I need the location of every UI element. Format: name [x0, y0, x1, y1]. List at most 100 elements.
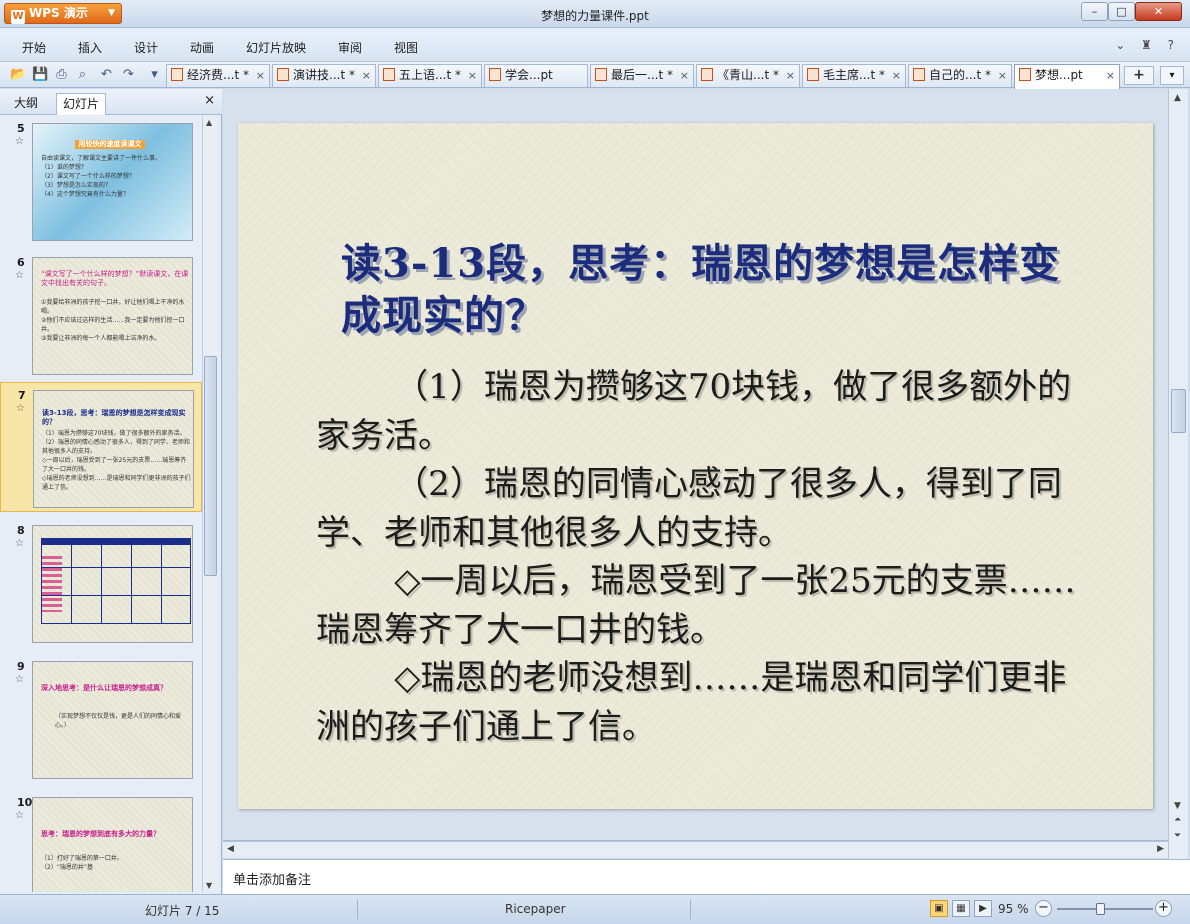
menu-right-controls[interactable]: ⌄ ♜ ?: [1115, 38, 1180, 52]
slide-thumbnail[interactable]: “课文写了一个什么样的梦想？”默读课文，在课文中找出有关的句子。 ①我要给非洲的…: [32, 257, 193, 375]
thumbnail-body: （1）打好了瑞恩的第一口井。 （2）“瑞恩的井”基: [41, 855, 123, 871]
tab-close-icon[interactable]: ×: [786, 65, 795, 86]
doc-tab[interactable]: 自己的...t * ×: [908, 64, 1012, 87]
zoom-slider[interactable]: [1057, 903, 1153, 915]
thumbnail-row-selected[interactable]: 7 ☆ 读3-13段，思考：瑞恩的梦想是怎样变成现实的？ （1）瑞恩为攒够这70…: [0, 382, 202, 512]
tab-outline[interactable]: 大纲: [8, 93, 44, 115]
thumbnail-table: [41, 538, 191, 624]
menu-home[interactable]: 开始: [22, 39, 46, 56]
ppt-file-icon: [701, 68, 713, 81]
menu-animation[interactable]: 动画: [190, 39, 214, 56]
slide-thumbnail[interactable]: 深入地思考：是什么让瑞恩的梦想成真？ （实现梦想不仅仅是钱，更是人们的同情心和爱…: [32, 661, 193, 779]
scroll-up-icon[interactable]: ▲: [206, 118, 212, 127]
maximize-button[interactable]: □: [1108, 2, 1135, 21]
print-icon[interactable]: ⎙: [53, 66, 70, 83]
doc-tab[interactable]: 五上语...t * ×: [378, 64, 482, 87]
thumbnail-body: 自由读课文，了解课文主要讲了一件什么事。 （1）谁的梦想？ （2）课文写了一个什…: [41, 155, 162, 198]
prev-slide-icon[interactable]: ⏶: [1174, 815, 1181, 825]
slide-body[interactable]: （1）瑞恩为攒够这70块钱，做了很多额外的家务活。 （2）瑞恩的同情心感动了很多…: [316, 363, 1076, 751]
thumbnail-row[interactable]: 8 ☆: [0, 518, 202, 648]
thumbnail-row[interactable]: 10 ☆ 思考：瑞恩的梦想到底有多大的力量？ （1）打好了瑞恩的第一口井。 （2…: [0, 790, 202, 892]
scroll-down-icon[interactable]: ▼: [206, 881, 212, 890]
menu-insert[interactable]: 插入: [78, 39, 102, 56]
panel-close-button[interactable]: ×: [204, 93, 215, 108]
thumbnail-body: （1）瑞恩为攒够这70块钱，做了很多额外的家务活。 （2）瑞恩的同情心感动了很多…: [42, 430, 191, 491]
doc-tab[interactable]: 《青山...t * ×: [696, 64, 800, 87]
tab-slides[interactable]: 幻灯片: [56, 93, 107, 115]
tab-close-icon[interactable]: ×: [998, 65, 1007, 86]
undo-icon[interactable]: ↶: [98, 66, 115, 83]
new-tab-button[interactable]: +: [1124, 66, 1154, 85]
thumbnail-title: 深入地思考：是什么让瑞恩的梦想成真？: [41, 684, 167, 692]
thumbnail-title: 思考：瑞恩的梦想到底有多大的力量？: [41, 830, 160, 838]
doc-tab[interactable]: 学会...pt: [484, 64, 588, 87]
menu-slideshow[interactable]: 幻灯片放映: [246, 39, 306, 56]
document-toolbar: 📂 💾 ⎙ ⌕ ↶ ↷ ▾ 经济费...t * × 演讲技...t * × 五上语.…: [0, 62, 1190, 89]
slide-title[interactable]: 读3-13段，思考：瑞恩的梦想是怎样变成现实的？: [341, 238, 1101, 342]
thumbnail-row[interactable]: 6 ☆ “课文写了一个什么样的梦想？”默读课文，在课文中找出有关的句子。 ①我要…: [0, 250, 202, 380]
slide-paragraph: ◇瑞恩的老师没想到……是瑞恩和同学们更非洲的孩子们通上了信。: [316, 658, 1067, 747]
doc-tab[interactable]: 经济费...t * ×: [166, 64, 270, 87]
thumbnail-scrollbar[interactable]: ▲ ▼: [202, 116, 218, 892]
vertical-scrollbar[interactable]: ▲ ▼ ⏶ ⏷: [1168, 89, 1188, 859]
tab-close-icon[interactable]: ×: [680, 65, 689, 86]
tab-close-icon[interactable]: ×: [1106, 65, 1115, 86]
tab-list-button[interactable]: ▾: [1160, 66, 1184, 85]
slide-thumbnail[interactable]: [32, 525, 193, 643]
slide-thumbnail[interactable]: 用较快的速度读课文 自由读课文，了解课文主要讲了一件什么事。 （1）谁的梦想？ …: [32, 123, 193, 241]
slide-thumbnail[interactable]: 读3-13段，思考：瑞恩的梦想是怎样变成现实的？ （1）瑞恩为攒够这70块钱，做…: [33, 390, 194, 508]
slide-number: 6: [17, 256, 25, 269]
zoom-in-button[interactable]: +: [1155, 900, 1172, 917]
tab-close-icon[interactable]: ×: [468, 65, 477, 86]
close-window-button[interactable]: ✕: [1135, 2, 1182, 21]
ppt-file-icon: [595, 68, 607, 81]
slide-thumbnail[interactable]: 思考：瑞恩的梦想到底有多大的力量？ （1）打好了瑞恩的第一口井。 （2）“瑞恩的…: [32, 797, 193, 892]
scroll-up-icon[interactable]: ▲: [1174, 93, 1181, 103]
ppt-file-icon: [913, 68, 925, 81]
thumbnail-row[interactable]: 9 ☆ 深入地思考：是什么让瑞恩的梦想成真？ （实现梦想不仅仅是钱，更是人们的同…: [0, 654, 202, 784]
scroll-left-icon[interactable]: ◀: [227, 844, 234, 854]
current-slide[interactable]: 读3-13段，思考：瑞恩的梦想是怎样变成现实的？ （1）瑞恩为攒够这70块钱，做…: [238, 123, 1153, 809]
slideshow-icon[interactable]: ▶: [974, 900, 992, 917]
minimize-button[interactable]: –: [1081, 2, 1108, 21]
scroll-thumb[interactable]: [1171, 389, 1186, 433]
ppt-file-icon: [383, 68, 395, 81]
doc-tab-active[interactable]: 梦想...pt ×: [1014, 64, 1120, 89]
scroll-thumb[interactable]: [204, 356, 217, 576]
theme-name: Ricepaper: [505, 902, 566, 916]
normal-view-icon[interactable]: ▣: [930, 900, 948, 917]
star-icon: ☆: [15, 810, 24, 821]
ppt-file-icon: [1019, 68, 1031, 81]
horizontal-scrollbar[interactable]: ◀ ▶: [223, 841, 1168, 858]
ppt-file-icon: [807, 68, 819, 81]
window-title: 梦想的力量课件.ppt: [541, 9, 649, 23]
star-icon: ☆: [16, 403, 25, 414]
open-icon[interactable]: 📂: [10, 66, 27, 83]
doc-tab[interactable]: 演讲技...t * ×: [272, 64, 376, 87]
thumbnail-list: 5 ☆ 用较快的速度读课文 自由读课文，了解课文主要讲了一件什么事。 （1）谁的…: [0, 116, 202, 892]
scroll-right-icon[interactable]: ▶: [1157, 844, 1164, 854]
doc-tab[interactable]: 毛主席...t * ×: [802, 64, 906, 87]
slide-number: 10: [17, 796, 33, 809]
status-divider: [690, 899, 691, 919]
customize-icon[interactable]: ▾: [146, 66, 163, 83]
tab-close-icon[interactable]: ×: [892, 65, 901, 86]
tab-close-icon[interactable]: ×: [362, 65, 371, 86]
redo-icon[interactable]: ↷: [120, 66, 137, 83]
notes-pane[interactable]: 单击添加备注: [223, 859, 1190, 894]
doc-tab[interactable]: 最后一...t * ×: [590, 64, 694, 87]
next-slide-icon[interactable]: ⏷: [1174, 831, 1181, 841]
thumbnail-row[interactable]: 5 ☆ 用较快的速度读课文 自由读课文，了解课文主要讲了一件什么事。 （1）谁的…: [0, 116, 202, 246]
ppt-file-icon: [171, 68, 183, 81]
slide-sorter-icon[interactable]: ▦: [952, 900, 970, 917]
print-preview-icon[interactable]: ⌕: [74, 66, 91, 83]
tab-close-icon[interactable]: ×: [256, 65, 265, 86]
menu-view[interactable]: 视图: [394, 39, 418, 56]
save-icon[interactable]: 💾: [32, 66, 49, 83]
menu-design[interactable]: 设计: [134, 39, 158, 56]
scroll-down-icon[interactable]: ▼: [1174, 801, 1181, 811]
slide-editor: 读3-13段，思考：瑞恩的梦想是怎样变成现实的？ （1）瑞恩为攒够这70块钱，做…: [223, 89, 1168, 841]
zoom-out-button[interactable]: −: [1035, 900, 1052, 917]
zoom-slider-knob[interactable]: [1096, 903, 1106, 915]
menu-review[interactable]: 审阅: [338, 39, 362, 56]
